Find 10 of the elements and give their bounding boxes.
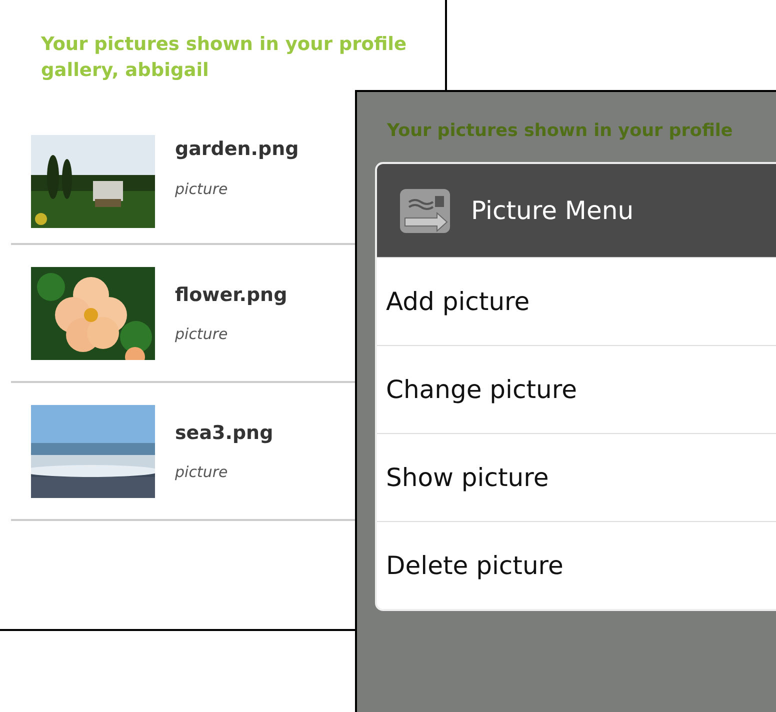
file-name: flower.png [175,282,288,308]
menu-item[interactable]: Delete picture [377,521,776,609]
dialog-title: Picture Menu [471,194,634,227]
file-name: sea3.png [175,420,274,446]
picture-menu-icon [399,188,451,234]
file-name: garden.png [175,137,299,162]
file-type: picture [175,462,229,483]
file-type: picture [175,178,229,200]
file-type: picture [175,324,229,345]
profile-heading: Your pictures shown in your profile gallery, abbigail [40,33,408,83]
